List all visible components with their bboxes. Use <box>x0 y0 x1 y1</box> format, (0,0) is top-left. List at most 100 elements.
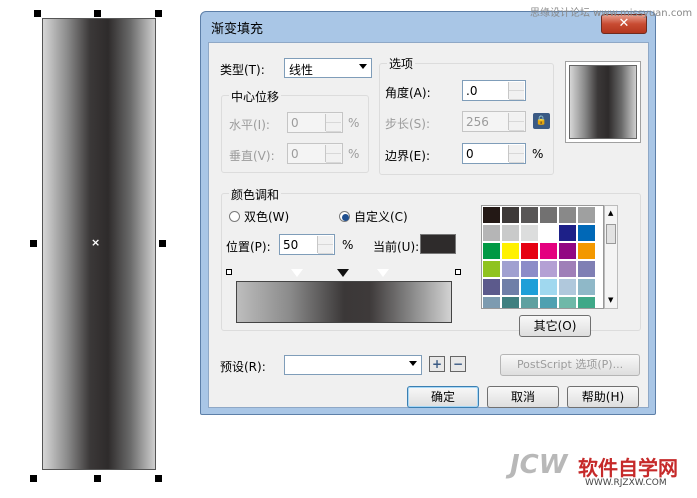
watermark-brand: JCW <box>510 450 568 480</box>
palette-swatch[interactable] <box>501 242 520 260</box>
gradient-stop-marker-selected[interactable] <box>337 269 349 277</box>
palette-swatch[interactable] <box>539 206 558 224</box>
custom-label: 自定义(C) <box>354 210 408 224</box>
ok-button[interactable]: 确定 <box>407 386 479 408</box>
palette-swatch[interactable] <box>501 224 520 242</box>
lock-icon[interactable]: 🔒 <box>533 113 550 129</box>
two-color-radio[interactable] <box>229 211 240 222</box>
palette-swatch[interactable] <box>539 242 558 260</box>
palette-swatch[interactable] <box>577 278 596 296</box>
postscript-options-button: PostScript 选项(P)... <box>500 354 640 376</box>
palette-swatch[interactable] <box>482 260 501 278</box>
type-label: 类型(T): <box>220 63 265 77</box>
percent-label: % <box>348 116 360 130</box>
position-input[interactable]: 50 <box>279 234 335 255</box>
palette-swatch[interactable] <box>558 296 577 308</box>
remove-preset-icon[interactable]: − <box>450 356 466 372</box>
palette-swatch[interactable] <box>558 242 577 260</box>
angle-value: .0 <box>466 84 478 98</box>
selection-handle[interactable] <box>34 10 41 17</box>
selection-handle[interactable] <box>30 240 37 247</box>
palette-swatch[interactable] <box>520 260 539 278</box>
palette-swatch[interactable] <box>577 242 596 260</box>
percent-label: % <box>348 147 360 161</box>
palette-swatch[interactable] <box>501 278 520 296</box>
selection-handle[interactable] <box>159 240 166 247</box>
palette-swatch[interactable] <box>520 206 539 224</box>
other-button[interactable]: 其它(O) <box>519 315 591 337</box>
gradient-end-marker[interactable] <box>455 269 461 275</box>
horizontal-value: 0 <box>291 116 299 130</box>
palette-swatch[interactable] <box>539 224 558 242</box>
palette-scrollbar[interactable]: ▲ ▼ <box>604 205 618 309</box>
center-offset-label: 中心位移 <box>229 88 282 105</box>
scroll-down-icon[interactable]: ▼ <box>608 296 613 304</box>
palette-swatch[interactable] <box>482 296 501 308</box>
type-select-value: 线性 <box>289 63 314 77</box>
preset-select[interactable] <box>284 355 422 375</box>
palette-swatch[interactable] <box>520 242 539 260</box>
palette-swatch[interactable] <box>539 296 558 308</box>
spin-buttons[interactable] <box>508 145 524 163</box>
palette-swatch[interactable] <box>520 278 539 296</box>
palette-swatch[interactable] <box>482 242 501 260</box>
palette-swatch[interactable] <box>558 278 577 296</box>
watermark-top: 思缘设计论坛 www.missyuan.com <box>530 8 693 19</box>
cancel-button[interactable]: 取消 <box>487 386 559 408</box>
preset-label: 预设(R): <box>220 360 266 374</box>
spin-buttons[interactable] <box>317 236 333 254</box>
gradient-stop-marker[interactable] <box>291 268 303 277</box>
center-mark-icon: × <box>91 236 101 249</box>
selection-handle[interactable] <box>155 10 162 17</box>
selection-handle[interactable] <box>94 475 101 482</box>
scroll-thumb[interactable] <box>606 224 616 244</box>
horizontal-label: 水平(I): <box>229 118 270 132</box>
palette-swatch[interactable] <box>500 206 521 225</box>
spin-buttons <box>325 114 341 132</box>
position-label: 位置(P): <box>226 240 271 254</box>
steps-input: 256 <box>462 111 526 132</box>
gradient-bar[interactable] <box>236 281 452 323</box>
selection-handle[interactable] <box>30 475 37 482</box>
palette-swatch[interactable] <box>520 296 539 308</box>
palette-swatch[interactable] <box>501 260 520 278</box>
current-color-swatch[interactable] <box>420 234 456 254</box>
add-preset-icon[interactable]: + <box>429 356 445 372</box>
custom-radio[interactable] <box>339 211 350 222</box>
scroll-up-icon[interactable]: ▲ <box>608 209 613 217</box>
palette-swatch[interactable] <box>558 206 577 224</box>
palette-swatch[interactable] <box>539 278 558 296</box>
selection-handle[interactable] <box>94 10 101 17</box>
edge-input[interactable]: 0 <box>462 143 526 164</box>
current-label: 当前(U): <box>373 240 420 254</box>
chevron-down-icon <box>359 64 367 69</box>
palette-swatch[interactable] <box>482 278 501 296</box>
color-palette[interactable] <box>481 205 604 309</box>
gradient-fill-dialog: 渐变填充 ✕ 类型(T): 线性 中心位移 水平(I): 0 % 垂直(V): … <box>200 11 656 415</box>
steps-label: 步长(S): <box>385 117 431 131</box>
spin-buttons[interactable] <box>508 82 524 100</box>
vertical-value: 0 <box>291 147 299 161</box>
palette-swatch[interactable] <box>558 224 577 242</box>
palette-swatch[interactable] <box>558 260 577 278</box>
palette-swatch[interactable] <box>577 206 596 224</box>
palette-swatch[interactable] <box>520 224 539 242</box>
spin-buttons <box>325 145 341 163</box>
palette-swatch[interactable] <box>577 260 596 278</box>
gradient-stop-marker[interactable] <box>377 268 389 277</box>
watermark-site: 软件自学网 <box>578 456 678 480</box>
type-select[interactable]: 线性 <box>284 58 372 78</box>
palette-swatch[interactable] <box>482 206 501 224</box>
palette-swatch[interactable] <box>577 296 596 308</box>
palette-swatch[interactable] <box>577 224 596 242</box>
gradient-preview <box>569 65 637 139</box>
gradient-start-marker[interactable] <box>226 269 232 275</box>
options-label: 选项 <box>387 55 416 72</box>
chevron-down-icon <box>409 361 417 366</box>
palette-swatch[interactable] <box>501 296 520 308</box>
palette-swatch[interactable] <box>482 224 501 242</box>
palette-swatch[interactable] <box>539 260 558 278</box>
help-button[interactable]: 帮助(H) <box>567 386 639 408</box>
angle-input[interactable]: .0 <box>462 80 526 101</box>
selection-handle[interactable] <box>155 475 162 482</box>
